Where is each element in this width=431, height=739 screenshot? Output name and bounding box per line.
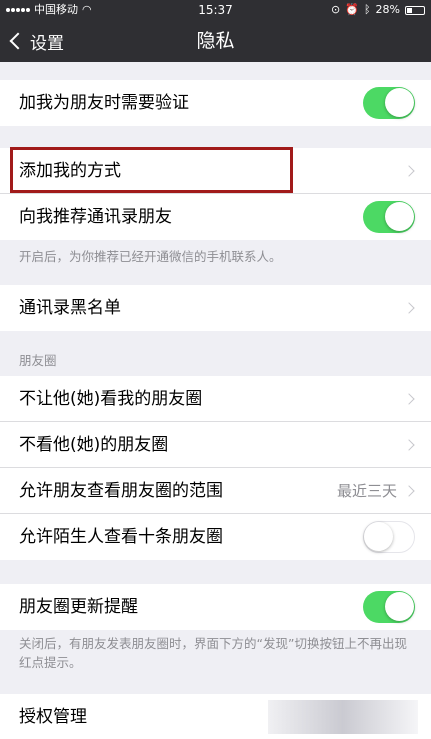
- chevron-right-icon: [403, 485, 415, 497]
- toggle-knob: [364, 522, 393, 551]
- update-section: 朋友圈更新提醒: [0, 584, 431, 630]
- range-row[interactable]: 允许朋友查看朋友圈的范围 最近三天: [0, 468, 431, 514]
- status-bar: 中国移动 ◠ 15:37 ⊙ ⏰ ᛒ 28%: [0, 0, 431, 20]
- chevron-right-icon: [403, 393, 415, 405]
- moments-section: 不让他(她)看我的朋友圈 不看他(她)的朋友圈 允许朋友查看朋友圈的范围 最近三…: [0, 376, 431, 560]
- battery-icon: [405, 5, 425, 15]
- add-methods-label: 添加我的方式: [19, 161, 121, 181]
- recommend-toggle[interactable]: [363, 201, 415, 233]
- navigation-bar: 设置 隐私: [0, 20, 431, 62]
- bluetooth-icon: ᛒ: [363, 3, 371, 16]
- moments-header: 朋友圈: [19, 353, 57, 368]
- range-value: 最近三天: [336, 482, 397, 500]
- toggle-knob: [385, 202, 414, 231]
- page-title: 隐私: [196, 30, 235, 52]
- verify-label: 加我为朋友时需要验证: [19, 93, 189, 113]
- status-right: ⊙ ⏰ ᛒ 28%: [331, 0, 425, 20]
- hide-mine-label: 不让他(她)看我的朋友圈: [19, 389, 203, 409]
- lock-rotation-icon: ⊙: [331, 3, 341, 16]
- chevron-right-icon: [403, 302, 415, 314]
- update-footnote: 关闭后，有朋友发表朋友圈时，界面下方的“发现”切换按钮上不再出现红点提示。: [19, 636, 407, 670]
- blacklist-label: 通讯录黑名单: [19, 298, 121, 318]
- add-methods-row[interactable]: 添加我的方式: [0, 148, 431, 194]
- stranger-row: 允许陌生人查看十条朋友圈: [0, 514, 431, 560]
- auth-label: 授权管理: [19, 707, 87, 727]
- chevron-right-icon: [403, 165, 415, 177]
- verify-toggle[interactable]: [363, 87, 415, 119]
- verify-section: 加我为朋友时需要验证: [0, 80, 431, 126]
- recommend-footnote: 开启后，为你推荐已经开通微信的手机联系人。: [19, 249, 282, 264]
- battery-percent: 28%: [375, 3, 400, 16]
- toggle-knob: [385, 88, 414, 117]
- blacklist-section: 通讯录黑名单: [0, 285, 431, 331]
- hide-theirs-row[interactable]: 不看他(她)的朋友圈: [0, 422, 431, 468]
- recommend-row: 向我推荐通讯录朋友: [0, 194, 431, 240]
- hide-mine-row[interactable]: 不让他(她)看我的朋友圈: [0, 376, 431, 422]
- add-section: 添加我的方式 向我推荐通讯录朋友: [0, 148, 431, 240]
- toggle-knob: [385, 592, 414, 621]
- update-row: 朋友圈更新提醒: [0, 584, 431, 630]
- stranger-toggle[interactable]: [363, 521, 415, 553]
- recommend-label: 向我推荐通讯录朋友: [19, 207, 172, 227]
- range-label: 允许朋友查看朋友圈的范围: [19, 481, 223, 501]
- hide-theirs-label: 不看他(她)的朋友圈: [19, 435, 169, 455]
- watermark: [268, 700, 418, 734]
- chevron-right-icon: [403, 439, 415, 451]
- verify-row: 加我为朋友时需要验证: [0, 80, 431, 126]
- stranger-label: 允许陌生人查看十条朋友圈: [19, 527, 223, 547]
- update-toggle[interactable]: [363, 591, 415, 623]
- alarm-icon: ⏰: [345, 3, 359, 16]
- update-label: 朋友圈更新提醒: [19, 597, 138, 617]
- blacklist-row[interactable]: 通讯录黑名单: [0, 285, 431, 331]
